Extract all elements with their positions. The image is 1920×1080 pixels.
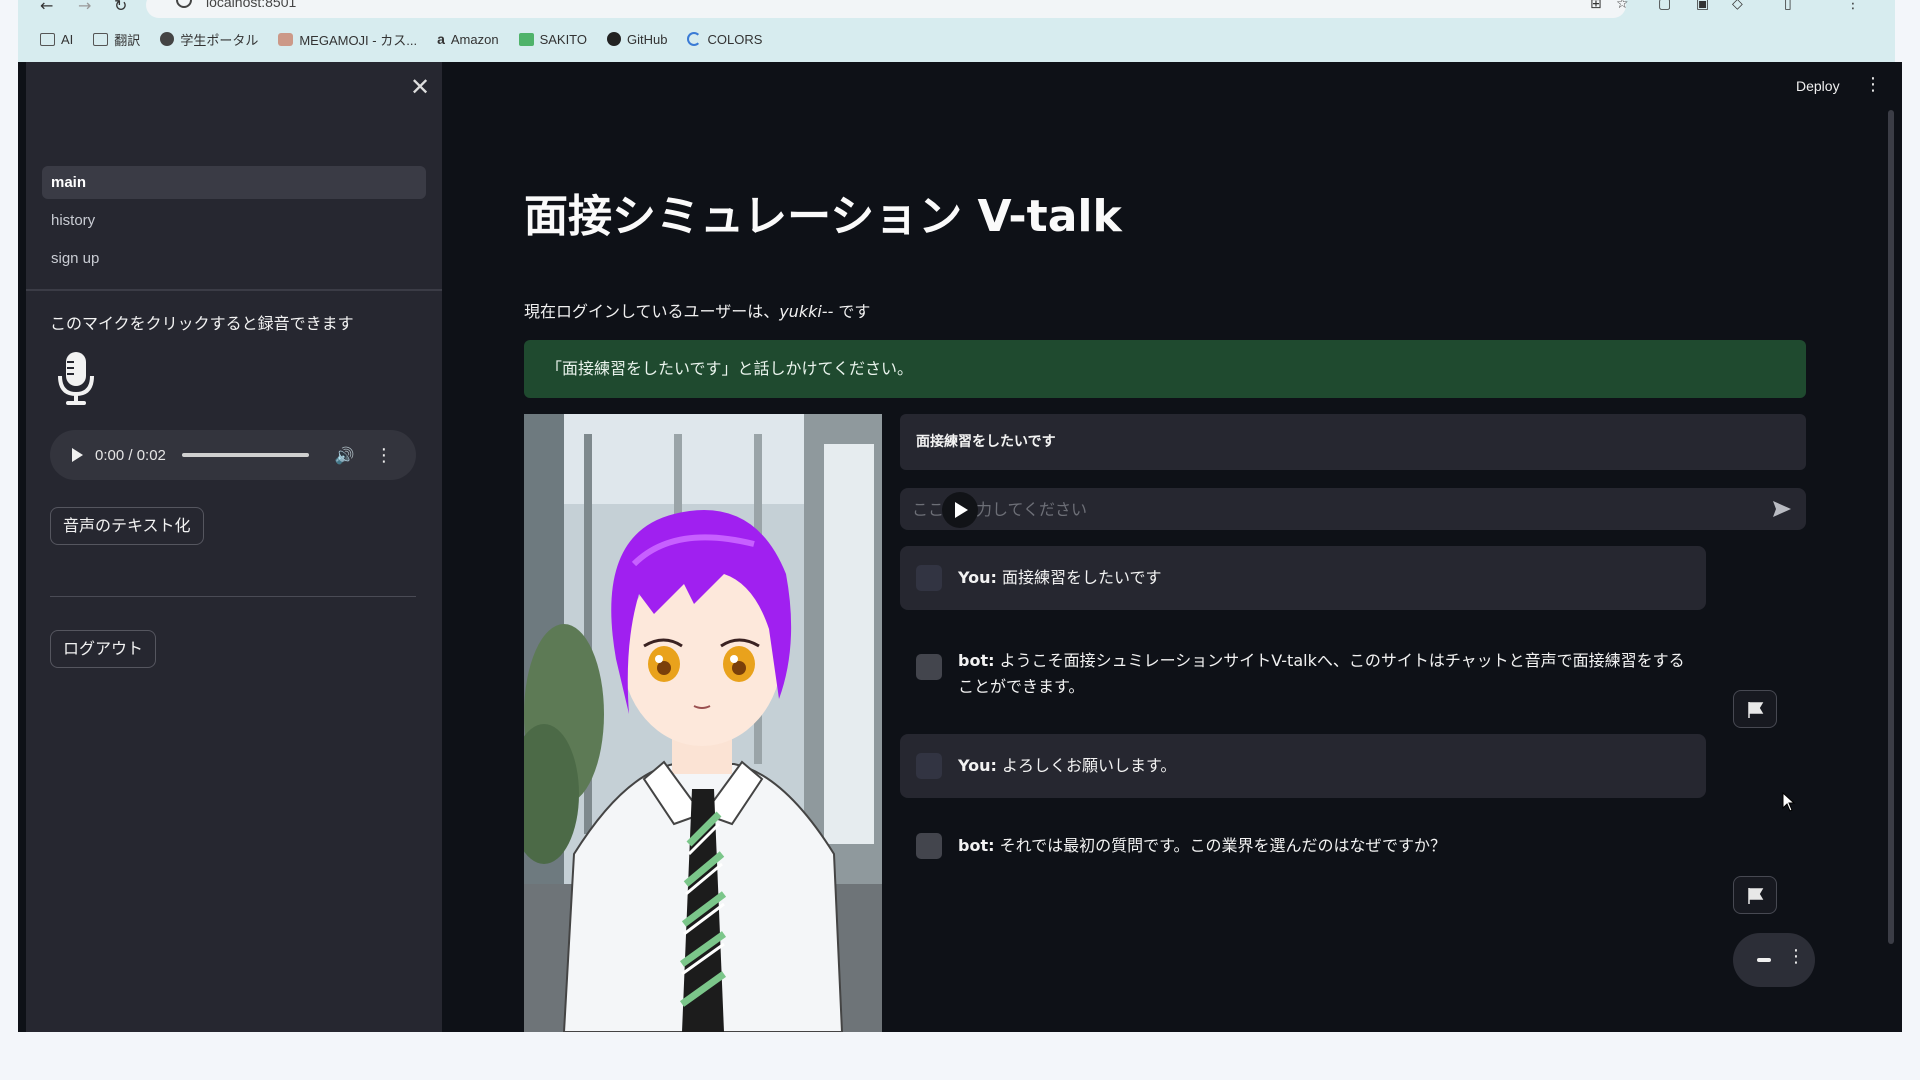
bookmark-star-icon[interactable]: ☆: [1616, 0, 1629, 12]
play-icon[interactable]: [72, 448, 83, 462]
sidebar: ✕ main history sign up このマイクをクリックすると録音でき…: [26, 62, 442, 1032]
puzzle-icon[interactable]: ◇: [1732, 0, 1743, 12]
send-icon[interactable]: [1772, 499, 1792, 519]
extension-icon-2[interactable]: ▣: [1696, 0, 1709, 12]
translate-icon[interactable]: ⊞: [1590, 0, 1602, 12]
minimize-widget-button[interactable]: ⋮: [1733, 933, 1815, 987]
reload-icon[interactable]: ↻: [114, 0, 127, 15]
bot-avatar-icon: [916, 654, 942, 680]
bookmark-megamoji[interactable]: MEGAMOJI - カス...: [278, 30, 417, 49]
amazon-icon: a: [437, 31, 445, 47]
mic-instruction: このマイクをクリックすると録音できます: [50, 314, 354, 333]
extension-icon[interactable]: ▢: [1658, 0, 1671, 12]
user-avatar-icon: [916, 753, 942, 779]
vtuber-avatar-image: [524, 414, 882, 1032]
volume-icon[interactable]: 🔊: [335, 446, 355, 465]
forward-icon[interactable]: →: [78, 0, 91, 15]
sidebar-divider: [50, 596, 416, 597]
page-nav: main history sign up: [42, 166, 426, 280]
main-content: Deploy ⋮ 面接シミュレーション V-talk 現在ログインしているユーザ…: [442, 62, 1902, 1032]
scrollbar[interactable]: [1888, 110, 1894, 944]
globe-icon: [160, 32, 175, 46]
sidepanel-icon[interactable]: ▯: [1784, 0, 1792, 12]
bookmark-sakito[interactable]: SAKITO: [518, 32, 587, 47]
bot-avatar-icon: [916, 833, 942, 859]
widget-more-icon[interactable]: ⋮: [1787, 946, 1805, 967]
bookmark-translate[interactable]: 翻訳: [93, 30, 140, 49]
main-menu-icon[interactable]: ⋮: [1864, 74, 1882, 95]
audio-progress-bar[interactable]: [181, 453, 309, 457]
browser-chrome: ← → ↻ localhost:8501 ⊞ ☆ ▢ ▣ ◇ ▯ ⋮ AI 翻訳…: [18, 0, 1895, 62]
chrome-menu-icon[interactable]: ⋮: [1846, 0, 1860, 12]
bookmark-amazon[interactable]: a Amazon: [437, 31, 499, 47]
colors-icon: [687, 32, 702, 46]
chat-input[interactable]: [900, 488, 1760, 530]
bookmarks-bar: AI 翻訳 学生ポータル MEGAMOJI - カス... a Amazon SA…: [40, 28, 762, 50]
microphone-icon[interactable]: [56, 350, 96, 406]
chat-message-bot: bot: それでは最初の質問です。この業界を選んだのはなぜですか？: [900, 814, 1706, 878]
page-title: 面接シミュレーション V-talk: [524, 191, 1122, 242]
flag-icon: [1748, 888, 1764, 904]
login-status: 現在ログインしているユーザーは、yukki-- です: [524, 302, 871, 321]
success-alert: 「面接練習をしたいです」と話しかけてください。: [524, 340, 1806, 398]
address-bar[interactable]: [146, 0, 1626, 18]
flag-feedback-button[interactable]: [1733, 690, 1777, 728]
flag-feedback-button[interactable]: [1733, 876, 1777, 914]
chat-input-container: [900, 488, 1806, 530]
username: yukki--: [779, 302, 834, 321]
user-avatar-icon: [916, 565, 942, 591]
folder-icon: [40, 32, 55, 46]
deploy-button[interactable]: Deploy: [1796, 78, 1840, 94]
chat-message-user: You: よろしくお願いします。: [900, 734, 1706, 798]
nav-item-main[interactable]: main: [42, 166, 426, 199]
close-sidebar-icon[interactable]: ✕: [405, 72, 435, 102]
logout-button[interactable]: ログアウト: [50, 630, 157, 668]
url-text: localhost:8501: [206, 0, 297, 10]
nav-divider: [26, 289, 442, 291]
nav-item-history[interactable]: history: [42, 204, 426, 237]
streamlit-app: ✕ main history sign up このマイクをクリックすると録音でき…: [18, 62, 1902, 1032]
flag-icon: [1748, 702, 1764, 718]
chat-message-user: You: 面接練習をしたいです: [900, 546, 1706, 610]
speech-to-text-button[interactable]: 音声のテキスト化: [50, 507, 204, 545]
folder-icon: [93, 32, 109, 46]
audio-time: 0:00 / 0:02: [95, 446, 166, 464]
minus-icon: [1757, 958, 1771, 962]
mouse-cursor-icon: [1782, 792, 1796, 812]
back-icon[interactable]: ←: [40, 0, 53, 15]
transcript-box: 面接練習をしたいです: [900, 414, 1806, 470]
bookmark-portal[interactable]: 学生ポータル: [160, 30, 258, 49]
sakito-icon: [518, 32, 534, 46]
chat-message-bot: bot: ようこそ面接シュミレーションサイトV-talkへ、このサイトはチャット…: [900, 626, 1706, 710]
play-overlay-button[interactable]: [942, 492, 978, 528]
bookmark-colors[interactable]: COLORS: [687, 32, 762, 47]
nav-item-sign-up[interactable]: sign up: [42, 242, 426, 275]
bookmark-ai[interactable]: AI: [40, 32, 73, 47]
megamoji-icon: [278, 32, 294, 46]
github-icon: [607, 32, 622, 46]
bookmark-github[interactable]: GitHub: [607, 32, 667, 47]
audio-player: 0:00 / 0:02 🔊 ⋮: [50, 430, 416, 480]
audio-more-icon[interactable]: ⋮: [375, 445, 393, 466]
